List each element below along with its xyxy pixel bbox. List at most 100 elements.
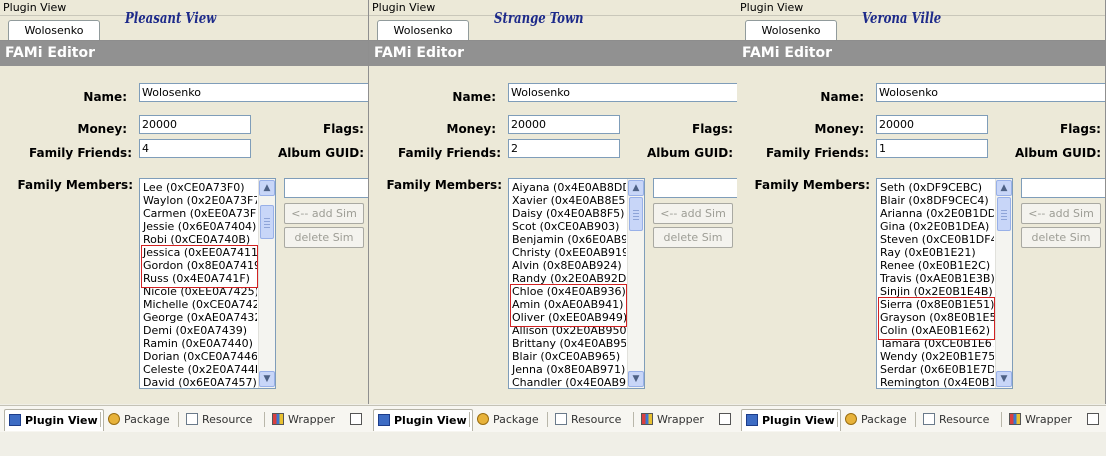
list-item[interactable]: Travis (0xAE0B1E3B) <box>879 272 994 285</box>
delete-sim-button[interactable]: delete Sim <box>653 227 733 248</box>
family-friends-field[interactable]: 4 <box>139 139 251 158</box>
list-item[interactable]: Remington (0x4E0B1EB0) <box>879 376 994 388</box>
list-item[interactable]: Robi (0xCE0A740B) <box>142 233 257 246</box>
list-item[interactable]: Tamara (0xCE0B1E67) <box>879 337 994 350</box>
list-item[interactable]: Colin (0xAE0B1E62) <box>879 324 994 337</box>
delete-sim-button[interactable]: delete Sim <box>284 227 364 248</box>
tab-resource[interactable]: Resource <box>919 409 1003 430</box>
money-field[interactable]: 20000 <box>139 115 251 134</box>
list-item[interactable]: Nicole (0xEE0A7425) <box>142 285 257 298</box>
list-item[interactable]: Amin (0xAE0AB941) <box>511 298 626 311</box>
tab-wrapper[interactable]: Wrapper <box>1005 409 1087 430</box>
family-members-list[interactable]: Lee (0xCE0A73F0) Waylon (0x2E0A73F7) Carme… <box>139 178 276 389</box>
list-item[interactable]: Gordon (0x8E0A7419) <box>142 259 257 272</box>
tab-overflow[interactable] <box>719 409 733 430</box>
list-item[interactable]: George (0xAE0A7432) <box>142 311 257 324</box>
list-item[interactable]: Christy (0xEE0AB919) <box>511 246 626 259</box>
family-members-list[interactable]: Aiyana (0x4E0AB8DD) Xavier (0x4E0AB8E5) Da… <box>508 178 645 389</box>
list-scrollbar[interactable]: ▲ ▼ <box>995 179 1012 388</box>
tab-wrapper[interactable]: Wrapper <box>637 409 719 430</box>
list-item[interactable]: Grayson (0x8E0B1E5B) <box>879 311 994 324</box>
scroll-up-icon[interactable]: ▲ <box>628 180 644 196</box>
list-scrollbar[interactable]: ▲ ▼ <box>258 179 275 388</box>
tab-resource[interactable]: Resource <box>182 409 266 430</box>
family-friends-field[interactable]: 2 <box>508 139 620 158</box>
list-item[interactable]: Sierra (0x8E0B1E51) <box>879 298 994 311</box>
list-item[interactable]: Jenna (0x8E0AB971) <box>511 363 626 376</box>
list-item[interactable]: Chloe (0x4E0AB936) <box>511 285 626 298</box>
add-sim-button[interactable]: <-- add Sim <box>1021 203 1101 224</box>
file-tab[interactable]: Wolosenko <box>8 20 100 40</box>
list-item[interactable]: Carmen (0xEE0A73FD) <box>142 207 257 220</box>
tab-package[interactable]: Package <box>841 409 917 430</box>
tab-wrapper[interactable]: Wrapper <box>268 409 350 430</box>
money-field[interactable]: 20000 <box>508 115 620 134</box>
list-item[interactable]: Scot (0xCE0AB903) <box>511 220 626 233</box>
list-item[interactable]: Gina (0x2E0B1DEA) <box>879 220 994 233</box>
tab-overflow[interactable] <box>350 409 364 430</box>
family-members-list[interactable]: Seth (0xDF9CEBC) Blair (0x8DF9CEC4) Ariann… <box>876 178 1013 389</box>
name-field[interactable]: Wolosenko <box>508 83 737 102</box>
add-sim-button[interactable]: <-- add Sim <box>653 203 733 224</box>
tab-plugin-view[interactable]: Plugin View <box>741 409 841 431</box>
list-item[interactable]: Russ (0x4E0A741F) <box>142 272 257 285</box>
list-item[interactable]: Blair (0x8DF9CEC4) <box>879 194 994 207</box>
delete-sim-button[interactable]: delete Sim <box>1021 227 1101 248</box>
list-item[interactable]: Dorian (0xCE0A7446) <box>142 350 257 363</box>
list-item[interactable]: Serdar (0x6E0B1E7D) <box>879 363 994 376</box>
list-item[interactable]: Sinjin (0x2E0B1E4B) <box>879 285 994 298</box>
list-item[interactable]: Randy (0x2E0AB92D) <box>511 272 626 285</box>
scroll-thumb[interactable] <box>997 197 1011 231</box>
tab-resource[interactable]: Resource <box>551 409 635 430</box>
tab-package[interactable]: Package <box>473 409 549 430</box>
sim-id-field[interactable] <box>1021 178 1105 198</box>
list-item[interactable]: Jessica (0xEE0A7411) <box>142 246 257 259</box>
name-field[interactable]: Wolosenko <box>876 83 1105 102</box>
family-friends-field[interactable]: 1 <box>876 139 988 158</box>
list-item[interactable]: Aiyana (0x4E0AB8DD) <box>511 181 626 194</box>
tab-package[interactable]: Package <box>104 409 180 430</box>
list-item[interactable]: Renee (0xE0B1E2C) <box>879 259 994 272</box>
sim-id-field[interactable] <box>284 178 368 198</box>
name-field[interactable]: Wolosenko <box>139 83 368 102</box>
tab-plugin-view[interactable]: Plugin View <box>373 409 473 431</box>
add-sim-button[interactable]: <-- add Sim <box>284 203 364 224</box>
list-scrollbar[interactable]: ▲ ▼ <box>627 179 644 388</box>
scroll-thumb[interactable] <box>260 205 274 239</box>
list-item[interactable]: Daisy (0x4E0AB8F5) <box>511 207 626 220</box>
sim-id-field[interactable] <box>653 178 737 198</box>
tab-plugin-view[interactable]: Plugin View <box>4 409 104 431</box>
list-item[interactable]: Oliver (0xEE0AB949) <box>511 311 626 324</box>
list-item[interactable]: Michelle (0xCE0A742C) <box>142 298 257 311</box>
list-item[interactable]: Alvin (0x8E0AB924) <box>511 259 626 272</box>
list-item[interactable]: Allison (0x2E0AB950) <box>511 324 626 337</box>
list-item[interactable]: Lee (0xCE0A73F0) <box>142 181 257 194</box>
list-item[interactable]: Benjamin (0x6E0AB910) <box>511 233 626 246</box>
scroll-down-icon[interactable]: ▼ <box>259 371 275 387</box>
list-item[interactable]: Seth (0xDF9CEBC) <box>879 181 994 194</box>
list-item[interactable]: Ramin (0xE0A7440) <box>142 337 257 350</box>
file-tab[interactable]: Wolosenko <box>745 20 837 40</box>
file-tab[interactable]: Wolosenko <box>377 20 469 40</box>
scroll-up-icon[interactable]: ▲ <box>259 180 275 196</box>
list-item[interactable]: Jessie (0x6E0A7404) <box>142 220 257 233</box>
money-field[interactable]: 20000 <box>876 115 988 134</box>
list-item[interactable]: Waylon (0x2E0A73F7) <box>142 194 257 207</box>
list-item[interactable]: Xavier (0x4E0AB8E5) <box>511 194 626 207</box>
list-item[interactable]: Blair (0xCE0AB965) <box>511 350 626 363</box>
scroll-down-icon[interactable]: ▼ <box>628 371 644 387</box>
list-item[interactable]: Arianna (0x2E0B1DD8) <box>879 207 994 220</box>
tab-overflow[interactable] <box>1087 409 1101 430</box>
list-item[interactable]: Steven (0xCE0B1DF4) <box>879 233 994 246</box>
scroll-down-icon[interactable]: ▼ <box>996 371 1012 387</box>
list-item[interactable]: Chandler (0x4E0AB97D) <box>511 376 626 388</box>
scroll-thumb[interactable] <box>629 197 643 231</box>
list-item[interactable]: Ray (0xE0B1E21) <box>879 246 994 259</box>
list-item[interactable]: David (0x6E0A7457) <box>142 376 257 388</box>
list-item[interactable]: Celeste (0x2E0A744B) <box>142 363 257 376</box>
list-item[interactable]: Brittany (0x4E0AB95D) <box>511 337 626 350</box>
list-item[interactable]: Wendy (0x2E0B1E75) <box>879 350 994 363</box>
town-name-label: Verona Ville <box>862 9 942 27</box>
list-item[interactable]: Demi (0xE0A7439) <box>142 324 257 337</box>
scroll-up-icon[interactable]: ▲ <box>996 180 1012 196</box>
